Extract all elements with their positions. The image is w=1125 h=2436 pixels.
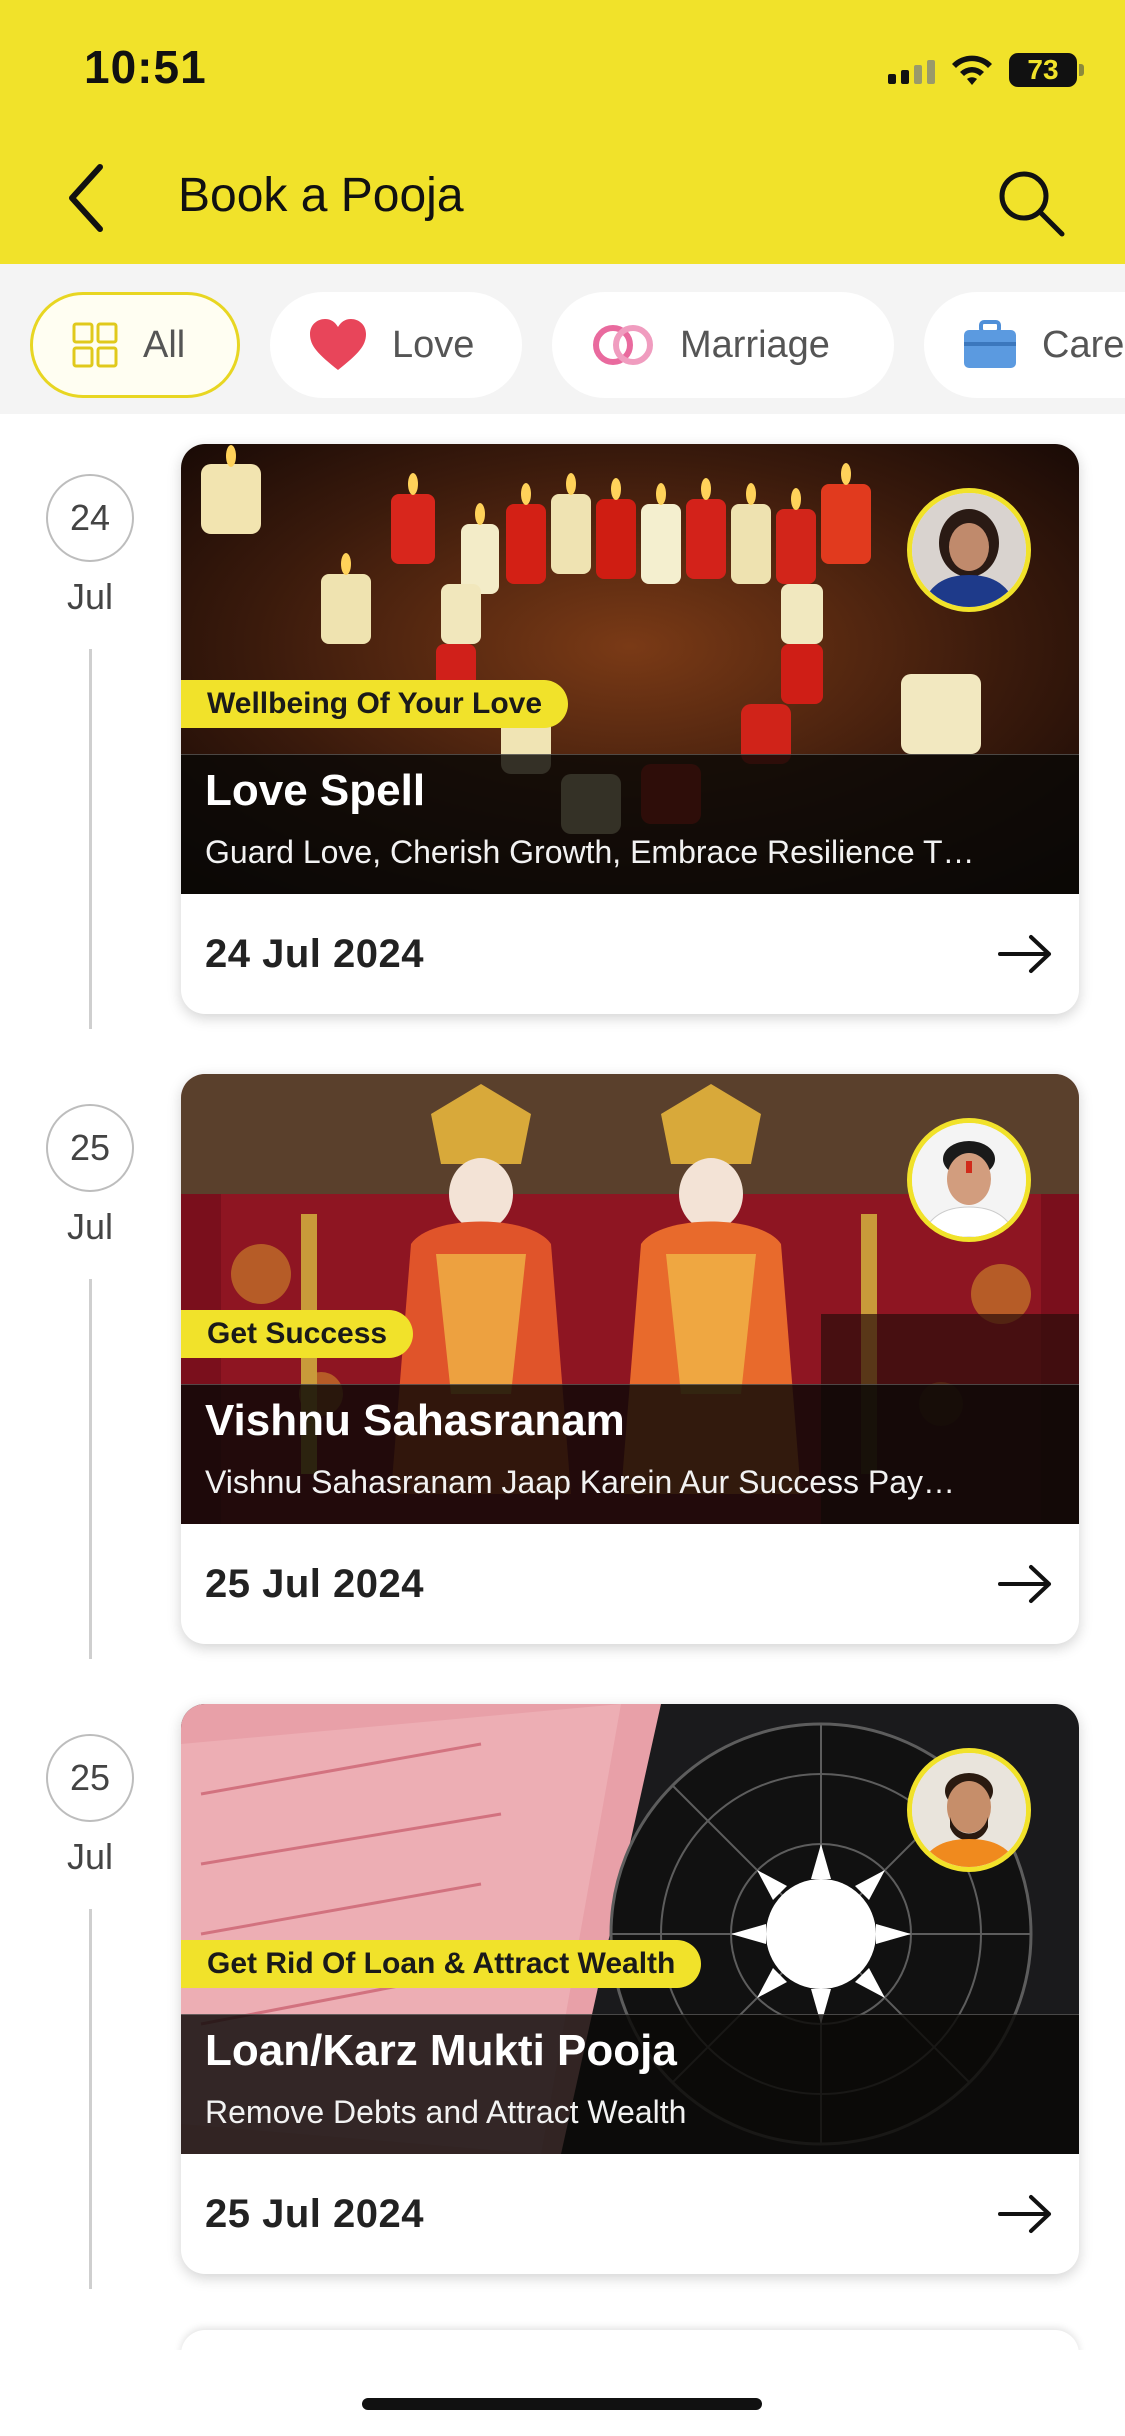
- search-button[interactable]: [990, 162, 1070, 242]
- search-icon: [999, 171, 1065, 237]
- date-day: 25: [46, 1734, 134, 1822]
- category-chip-marriage[interactable]: Marriage: [552, 292, 894, 398]
- arrow-right-icon: [998, 1565, 1051, 1603]
- pooja-date: 25 Jul 2024: [205, 1561, 424, 1606]
- date-month: Jul: [66, 576, 114, 617]
- battery-icon: 73: [1009, 53, 1084, 87]
- home-indicator[interactable]: [362, 2398, 762, 2410]
- card-footer: 25 Jul 2024: [181, 1524, 1079, 1644]
- card-footer: 25 Jul 2024: [181, 2154, 1079, 2274]
- status-time: 10:51: [84, 41, 207, 93]
- date-month: Jul: [66, 1836, 114, 1877]
- pooja-card[interactable]: Get Rid Of Loan & Attract Wealth Loan/Ka…: [181, 1704, 1079, 2274]
- person-avatar-icon: [912, 493, 1026, 607]
- pooja-list-item: 25 Jul: [0, 1704, 1125, 2334]
- timeline-line: [89, 649, 92, 1029]
- pooja-image: Wellbeing Of Your Love Love Spell Guard …: [181, 444, 1079, 894]
- pooja-subtitle: Vishnu Sahasranam Jaap Karein Aur Succes…: [205, 1464, 956, 1500]
- timeline-line: [89, 1909, 92, 2289]
- category-label: Marriage: [680, 323, 830, 366]
- status-icons: 73: [888, 48, 1084, 92]
- wifi-icon: [952, 55, 992, 85]
- pooja-title: Loan/Karz Mukti Pooja: [205, 2026, 677, 2075]
- arrow-right-icon: [998, 2195, 1051, 2233]
- category-chip-all[interactable]: All: [30, 292, 240, 398]
- open-pooja-button[interactable]: [995, 2184, 1055, 2244]
- back-button[interactable]: [56, 160, 116, 236]
- open-pooja-button[interactable]: [995, 1554, 1055, 1614]
- pandit-avatar: [907, 1748, 1031, 1872]
- rings-icon: [593, 325, 653, 365]
- person-avatar-icon: [912, 1753, 1026, 1867]
- pooja-title: Vishnu Sahasranam: [205, 1396, 625, 1445]
- category-label: All: [143, 323, 186, 366]
- date-day: 25: [46, 1104, 134, 1192]
- pooja-image: Get Rid Of Loan & Attract Wealth Loan/Ka…: [181, 1704, 1079, 2154]
- arrow-right-icon: [998, 935, 1051, 973]
- cellular-signal-icon: [888, 56, 935, 84]
- grid-icon: [72, 322, 118, 368]
- category-label: Love: [392, 323, 475, 366]
- pooja-list-item: 25 Jul: [0, 1074, 1125, 1704]
- pooja-card[interactable]: Wellbeing Of Your Love Love Spell Guard …: [181, 444, 1079, 1014]
- date-month: Jul: [66, 1206, 114, 1247]
- category-label: Care: [1042, 323, 1125, 366]
- pooja-tag: Wellbeing Of Your Love: [181, 680, 569, 728]
- pooja-tag: Get Rid Of Loan & Attract Wealth: [181, 1940, 702, 1988]
- pooja-tag: Get Success: [181, 1310, 414, 1358]
- battery-level: 73: [1027, 54, 1059, 85]
- pooja-date: 25 Jul 2024: [205, 2191, 424, 2236]
- pooja-card[interactable]: Get Success Vishnu Sahasranam Vishnu Sah…: [181, 1074, 1079, 1644]
- timeline-line: [89, 1279, 92, 1659]
- heart-icon: [310, 319, 366, 370]
- pooja-date: 24 Jul 2024: [205, 931, 424, 976]
- person-avatar-icon: [912, 1123, 1026, 1237]
- pooja-title: Love Spell: [205, 766, 426, 815]
- pooja-image: Get Success Vishnu Sahasranam Vishnu Sah…: [181, 1074, 1079, 1524]
- date-day: 24: [46, 474, 134, 562]
- app-header: 10:51 73 Book a Pooja: [0, 0, 1125, 264]
- page-title: Book a Pooja: [178, 169, 464, 222]
- pandit-avatar: [907, 488, 1031, 612]
- open-pooja-button[interactable]: [995, 924, 1055, 984]
- briefcase-icon: [964, 320, 1016, 368]
- chevron-left-icon: [69, 164, 103, 232]
- pooja-list-item: 24 Jul Wellbeing Of Your Love Love Spell…: [0, 444, 1125, 1074]
- card-footer: 24 Jul 2024: [181, 894, 1079, 1014]
- pooja-subtitle: Remove Debts and Attract Wealth: [205, 2094, 687, 2130]
- pooja-subtitle: Guard Love, Cherish Growth, Embrace Resi…: [205, 834, 975, 870]
- category-filter-bar: All Love Marriage Care: [0, 264, 1125, 414]
- bottom-safe-area: [0, 2350, 1125, 2436]
- category-chip-career[interactable]: Care: [924, 292, 1125, 398]
- category-chip-love[interactable]: Love: [270, 292, 522, 398]
- pandit-avatar: [907, 1118, 1031, 1242]
